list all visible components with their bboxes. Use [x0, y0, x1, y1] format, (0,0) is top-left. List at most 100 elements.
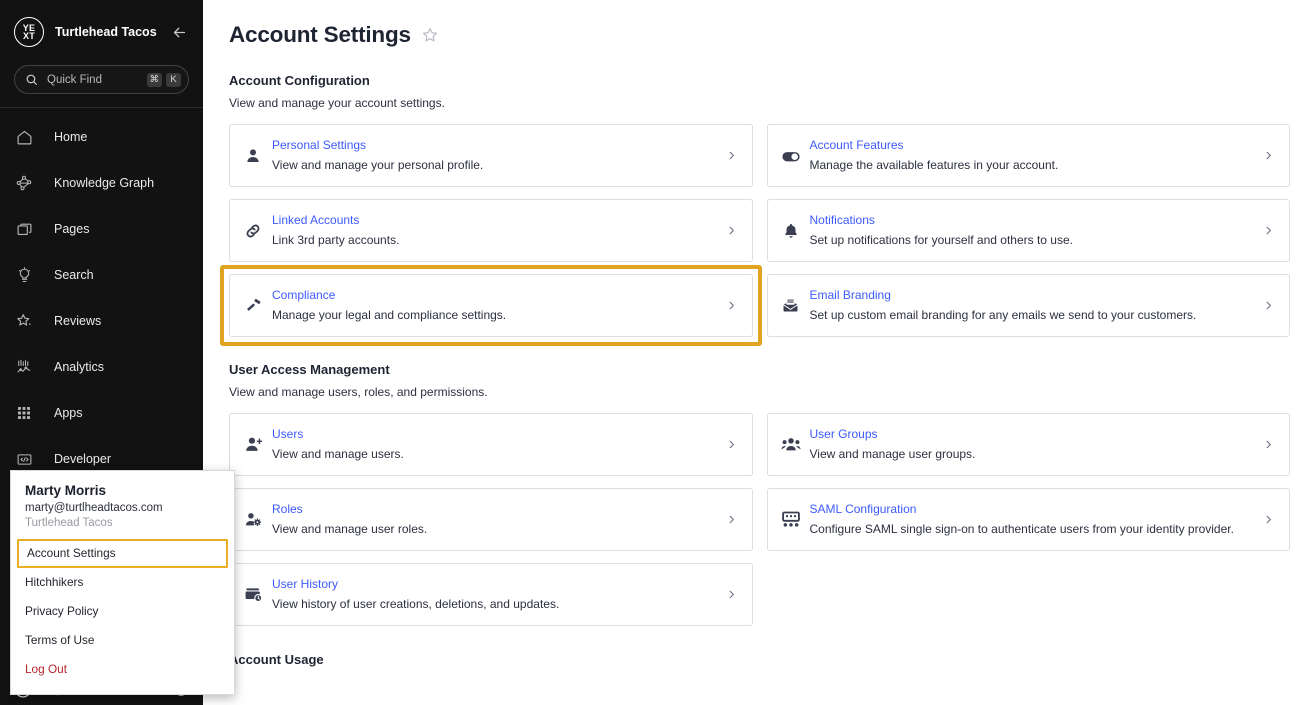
card-body: Personal Settings View and manage your p… — [272, 138, 726, 173]
card-wrap-account-features: Account Features Manage the available fe… — [766, 124, 1290, 187]
card-title[interactable]: Account Features — [810, 138, 1264, 153]
search-input[interactable]: Quick Find ⌘ K — [14, 65, 189, 94]
sidebar-item-apps[interactable]: Apps — [0, 390, 203, 436]
card-body: Notifications Set up notifications for y… — [810, 213, 1264, 248]
card-wrap-user-groups: User Groups View and manage user groups. — [766, 413, 1290, 476]
account-configuration-grid: Personal Settings View and manage your p… — [220, 124, 1290, 346]
card-wrap-saml-configuration: SAML Configuration Configure SAML single… — [766, 488, 1290, 551]
bell-icon — [780, 220, 802, 242]
card-description: View and manage users. — [272, 447, 404, 461]
card-account-features[interactable]: Account Features Manage the available fe… — [766, 124, 1290, 187]
card-body: SAML Configuration Configure SAML single… — [810, 502, 1264, 537]
chevron-right-icon — [726, 150, 738, 161]
card-user-groups[interactable]: User Groups View and manage user groups. — [766, 413, 1290, 476]
sidebar-header: YE XT Turtlehead Tacos Quick Find ⌘ K — [0, 0, 203, 94]
menu-item-terms-of-use[interactable]: Terms of Use — [11, 626, 234, 655]
sidebar-item-analytics[interactable]: Analytics — [0, 344, 203, 390]
chevron-right-icon — [726, 225, 738, 236]
card-notifications[interactable]: Notifications Set up notifications for y… — [766, 199, 1290, 262]
card-description: View and manage user groups. — [809, 447, 976, 461]
card-wrap-user-history: User History View history of user creati… — [229, 563, 753, 626]
star-icon — [14, 311, 34, 331]
sidebar-item-label: Analytics — [54, 360, 105, 374]
card-linked-accounts[interactable]: Linked Accounts Link 3rd party accounts. — [229, 199, 753, 262]
card-title[interactable]: Personal Settings — [272, 138, 726, 153]
sidebar-item-pages[interactable]: Pages — [0, 206, 203, 252]
card-title[interactable]: User History — [272, 577, 726, 592]
card-wrap-compliance: Compliance Manage your legal and complia… — [220, 265, 762, 346]
user-name: Marty Morris — [25, 483, 107, 498]
sidebar-item-knowledge-graph[interactable]: Knowledge Graph — [0, 160, 203, 206]
knowledge-graph-icon — [14, 173, 34, 193]
card-roles[interactable]: Roles View and manage user roles. — [229, 488, 753, 551]
card-description: View and manage user roles. — [272, 522, 428, 536]
page-title: Account Settings — [229, 22, 411, 47]
chevron-right-icon — [726, 439, 738, 450]
sidebar-item-label: Reviews — [54, 314, 102, 328]
user-add-icon — [242, 434, 264, 456]
sidebar-item-label: Apps — [54, 406, 83, 420]
section-subtitle: View and manage your account settings. — [229, 96, 445, 110]
section-title: Account Configuration — [229, 73, 370, 88]
card-body: User History View history of user creati… — [272, 577, 726, 612]
card-description: Manage your legal and compliance setting… — [272, 308, 507, 322]
card-compliance[interactable]: Compliance Manage your legal and complia… — [229, 274, 753, 337]
star-outline-icon[interactable] — [421, 26, 439, 44]
pages-icon — [14, 219, 34, 239]
card-description: View history of user creations, deletion… — [272, 597, 560, 611]
sidebar-item-home[interactable]: Home — [0, 114, 203, 160]
arrow-left-icon[interactable] — [169, 22, 189, 42]
card-title[interactable]: Compliance — [272, 288, 726, 303]
card-description: Manage the available features in your ac… — [809, 158, 1059, 172]
search-icon — [25, 73, 38, 86]
apps-grid-icon — [14, 403, 34, 423]
card-body: Email Branding Set up custom email brand… — [810, 288, 1264, 323]
sidebar-item-label: Pages — [54, 222, 90, 236]
card-personal-settings[interactable]: Personal Settings View and manage your p… — [229, 124, 753, 187]
card-description: View and manage your personal profile. — [272, 158, 484, 172]
section-title-account-usage: Account Usage — [229, 652, 324, 667]
chevron-right-icon — [726, 589, 738, 600]
card-body: Compliance Manage your legal and complia… — [272, 288, 726, 323]
yext-logo-icon: YE XT — [14, 17, 44, 47]
card-description: Set up notifications for yourself and ot… — [809, 233, 1073, 247]
menu-item-hitchhikers[interactable]: Hitchhikers — [11, 568, 234, 597]
chevron-right-icon — [726, 514, 738, 525]
chevron-right-icon — [726, 300, 738, 311]
card-wrap-linked-accounts: Linked Accounts Link 3rd party accounts. — [229, 199, 753, 262]
menu-item-privacy-policy[interactable]: Privacy Policy — [11, 597, 234, 626]
kbd-cmd: ⌘ — [146, 72, 162, 87]
card-title[interactable]: Linked Accounts — [272, 213, 726, 228]
card-title[interactable]: Email Branding — [810, 288, 1264, 303]
sidebar-nav: Home Knowledge Graph Pages Search Review… — [0, 108, 203, 482]
card-description: Set up custom email branding for any ema… — [809, 308, 1197, 322]
card-title[interactable]: Notifications — [810, 213, 1264, 228]
sidebar-item-label: Search — [54, 268, 94, 282]
card-users[interactable]: Users View and manage users. — [229, 413, 753, 476]
card-title[interactable]: SAML Configuration — [810, 502, 1264, 517]
card-title[interactable]: Users — [272, 427, 726, 442]
logo-line-2: XT — [22, 31, 36, 41]
section-subtitle: View and manage users, roles, and permis… — [229, 385, 488, 399]
sidebar-item-reviews[interactable]: Reviews — [0, 298, 203, 344]
shortcut-keys: ⌘ K — [146, 72, 181, 87]
menu-item-log-out[interactable]: Log Out — [11, 655, 234, 684]
gavel-icon — [242, 295, 264, 317]
lightbulb-icon — [14, 265, 34, 285]
card-saml-configuration[interactable]: SAML Configuration Configure SAML single… — [766, 488, 1290, 551]
sidebar-item-search[interactable]: Search — [0, 252, 203, 298]
brand-name: Turtlehead Tacos — [55, 25, 157, 39]
user-menu-popup: Marty Morris marty@turtlheadtacos.com Tu… — [10, 470, 235, 695]
search-placeholder: Quick Find — [47, 73, 102, 86]
card-wrap-users: Users View and manage users. — [229, 413, 753, 476]
menu-item-account-settings[interactable]: Account Settings — [17, 539, 228, 568]
card-title[interactable]: User Groups — [810, 427, 1264, 442]
card-title[interactable]: Roles — [272, 502, 726, 517]
user-group-icon — [780, 434, 802, 456]
user-org: Turtlehead Tacos — [25, 517, 113, 529]
sidebar-item-label: Developer — [54, 452, 111, 466]
analytics-icon — [14, 357, 34, 377]
card-description: Link 3rd party accounts. — [272, 233, 400, 247]
card-user-history[interactable]: User History View history of user creati… — [229, 563, 753, 626]
card-email-branding[interactable]: Email Branding Set up custom email brand… — [766, 274, 1290, 337]
